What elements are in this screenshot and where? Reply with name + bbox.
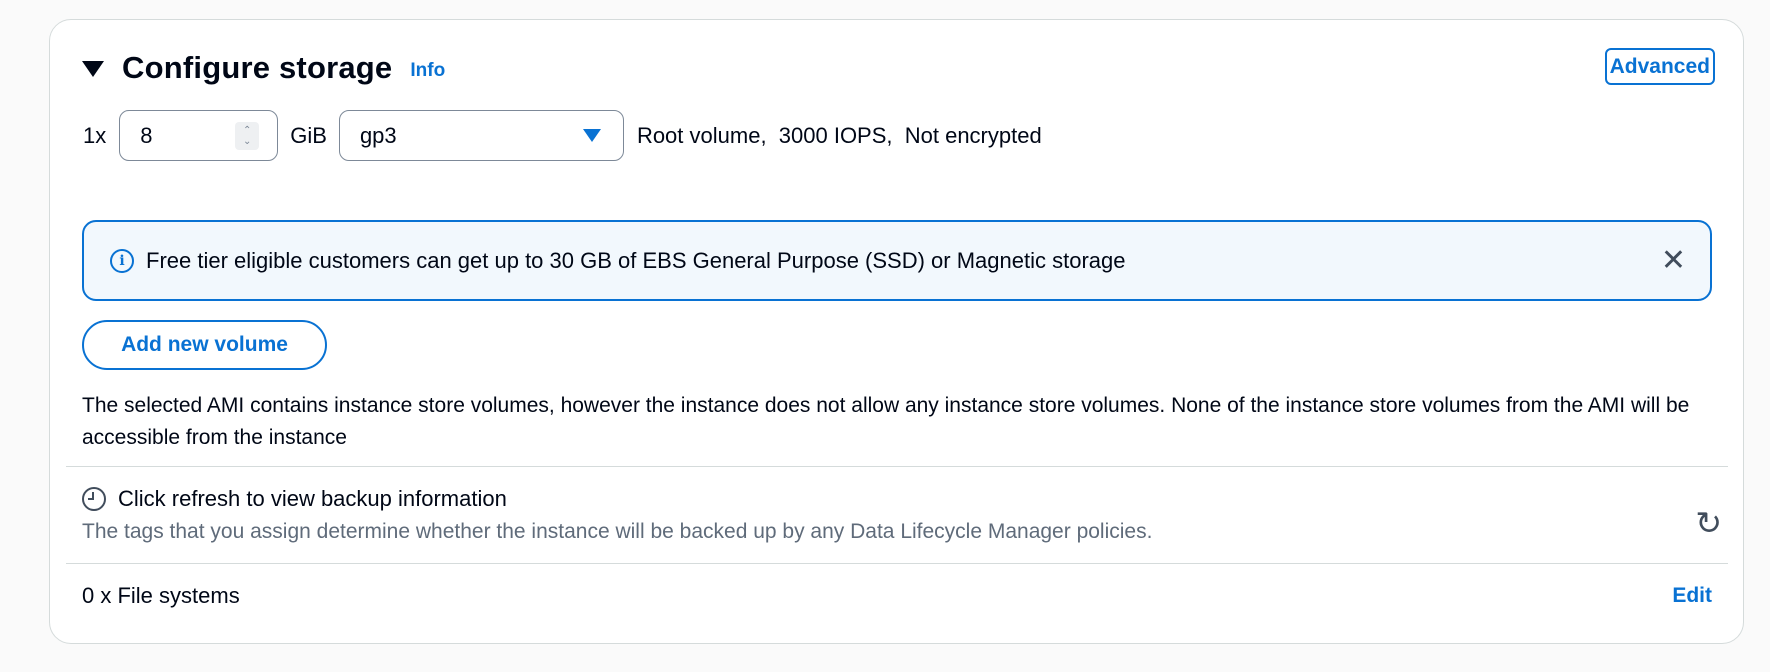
volume-unit-label: GiB xyxy=(290,122,327,148)
file-systems-row: 0 x File systems Edit xyxy=(82,583,1712,609)
collapse-caret-icon[interactable] xyxy=(82,61,104,77)
volume-description: Root volume, 3000 IOPS, Not encrypted xyxy=(636,122,1042,148)
close-icon[interactable]: ✕ xyxy=(1661,245,1686,276)
backup-title-row: Click refresh to view backup information xyxy=(82,486,1722,512)
info-icon: i xyxy=(110,248,134,273)
volume-count-label: 1x xyxy=(83,122,107,148)
divider xyxy=(66,563,1728,564)
panel-header: Configure storage Info xyxy=(82,50,445,86)
backup-subtitle: The tags that you assign determine wheth… xyxy=(82,520,1153,543)
configure-storage-panel: Configure storage Info Advanced 1x 8 ⌃ ⌄… xyxy=(49,19,1744,644)
backup-title: Click refresh to view backup information xyxy=(118,486,507,511)
volume-size-value: 8 xyxy=(140,122,153,148)
edit-file-systems-link[interactable]: Edit xyxy=(1672,584,1712,608)
volume-size-stepper[interactable]: 8 ⌃ ⌄ xyxy=(119,110,279,161)
chevron-down-icon[interactable]: ⌄ xyxy=(243,136,251,147)
add-new-volume-button[interactable]: Add new volume xyxy=(82,320,327,370)
divider xyxy=(66,466,1728,467)
stepper-arrows-icon[interactable]: ⌃ ⌄ xyxy=(235,121,260,150)
free-tier-alert: i Free tier eligible customers can get u… xyxy=(82,220,1712,301)
clock-icon xyxy=(82,487,106,511)
chevron-up-icon[interactable]: ⌃ xyxy=(243,125,251,136)
volume-row: 1x 8 ⌃ ⌄ GiB gp3 Root volume, 3000 IOPS,… xyxy=(83,110,1042,161)
volume-type-select[interactable]: gp3 xyxy=(338,110,624,161)
panel-title: Configure storage xyxy=(122,50,393,85)
info-link[interactable]: Info xyxy=(410,60,445,82)
advanced-button[interactable]: Advanced xyxy=(1604,48,1715,85)
ami-instance-store-note: The selected AMI contains instance store… xyxy=(82,394,1690,449)
file-systems-label: 0 x File systems xyxy=(82,583,240,608)
refresh-icon[interactable]: ↻ xyxy=(1695,504,1722,542)
volume-type-value: gp3 xyxy=(359,122,397,148)
caret-down-icon xyxy=(582,129,601,142)
backup-info-section: Click refresh to view backup information… xyxy=(82,486,1722,544)
alert-message: Free tier eligible customers can get up … xyxy=(146,247,1126,273)
